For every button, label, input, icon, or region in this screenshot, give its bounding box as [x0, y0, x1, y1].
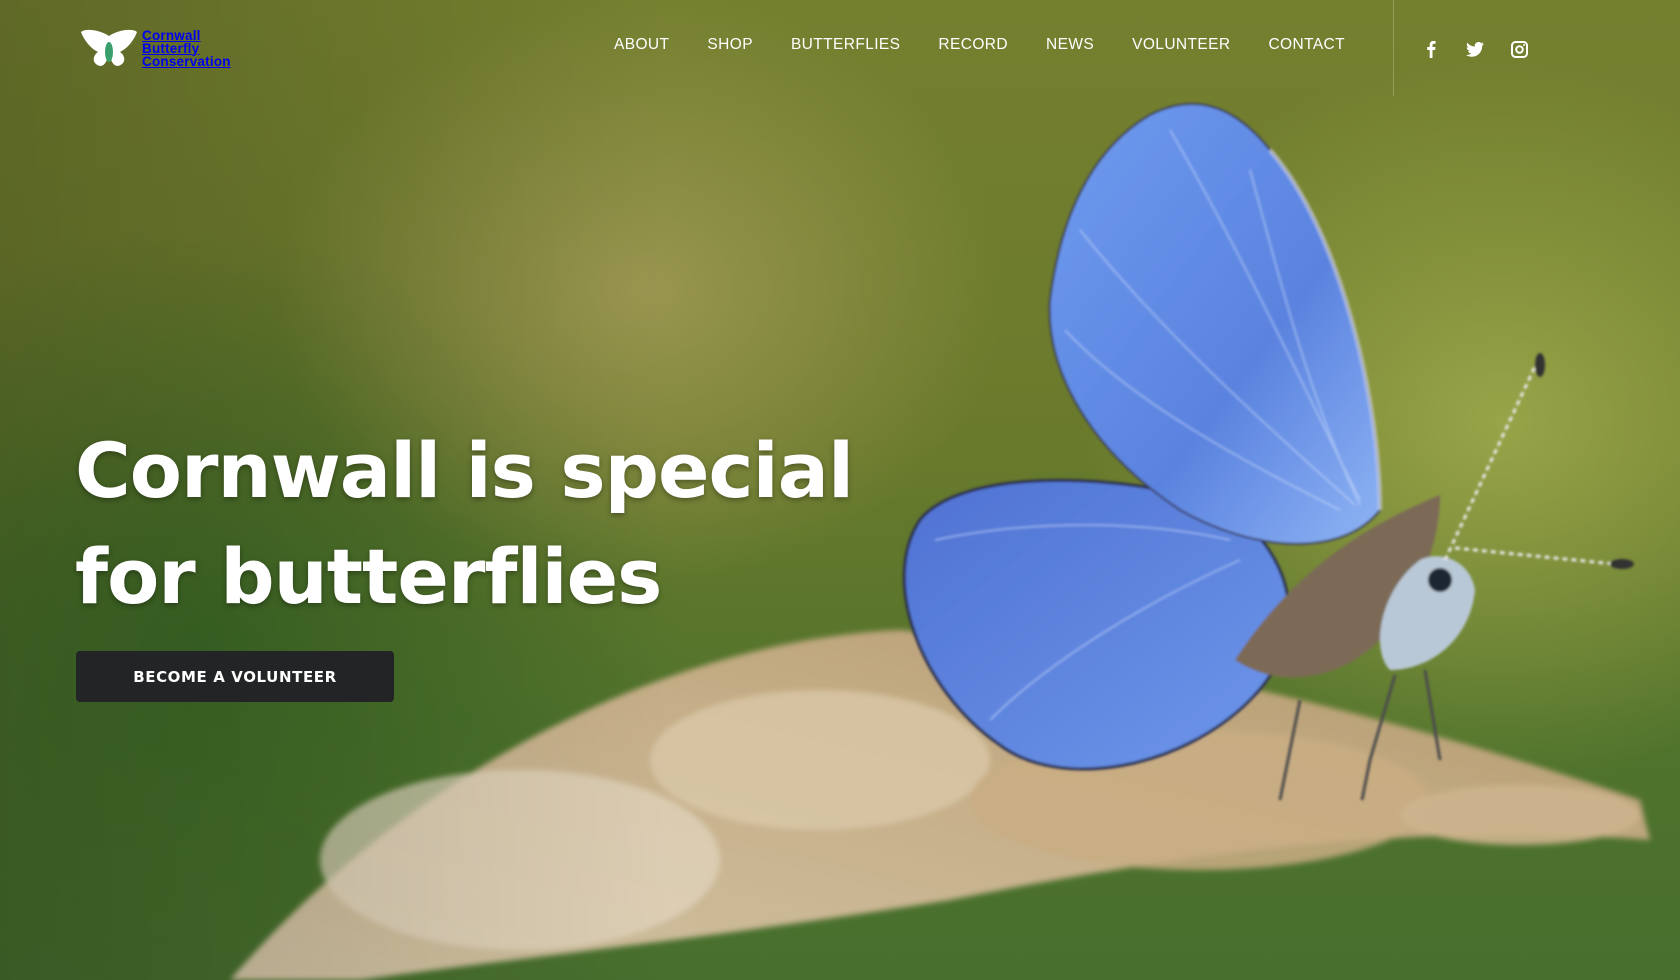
site-logo[interactable]: Cornwall Butterfly Conservation: [80, 28, 231, 68]
social-links: [1420, 38, 1530, 60]
become-volunteer-button[interactable]: BECOME A VOLUNTEER: [76, 651, 394, 702]
main-nav: ABOUT SHOP BUTTERFLIES RECORD NEWS VOLUN…: [614, 36, 1383, 54]
logo-line: Conservation: [142, 53, 231, 69]
nav-item-contact[interactable]: CONTACT: [1268, 36, 1345, 54]
nav-item-shop[interactable]: SHOP: [707, 36, 753, 54]
hero-headline: Cornwall is special for butterflies: [75, 418, 854, 630]
logo-line: Butterfly: [142, 40, 200, 56]
site-header: Cornwall Butterfly Conservation ABOUT SH…: [0, 0, 1680, 96]
butterfly-icon: [81, 29, 137, 66]
hero-headline-line: for butterflies: [75, 532, 662, 621]
nav-item-about[interactable]: ABOUT: [614, 36, 669, 54]
logo-wordmark: Cornwall Butterfly Conservation: [142, 27, 231, 69]
nav-item-record[interactable]: RECORD: [938, 36, 1008, 54]
nav-divider: [1393, 0, 1394, 96]
nav-item-butterflies[interactable]: BUTTERFLIES: [791, 36, 900, 54]
nav-item-news[interactable]: NEWS: [1046, 36, 1094, 54]
logo-line: Cornwall: [142, 27, 201, 43]
twitter-icon[interactable]: [1464, 38, 1486, 60]
nav-item-volunteer[interactable]: VOLUNTEER: [1132, 36, 1230, 54]
hero-headline-line: Cornwall is special: [75, 426, 854, 515]
facebook-icon[interactable]: [1420, 38, 1442, 60]
instagram-icon[interactable]: [1508, 38, 1530, 60]
